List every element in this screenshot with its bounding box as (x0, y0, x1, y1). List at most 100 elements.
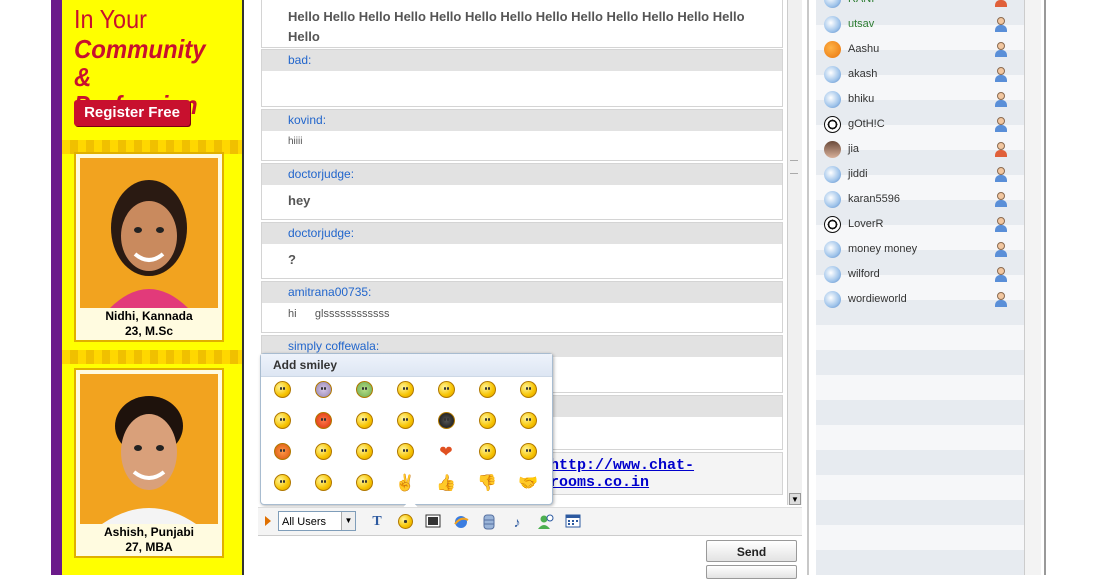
smiley-option-icon[interactable]: 👍 (436, 474, 456, 494)
advertisement[interactable]: In Your Community & Profession Register … (62, 0, 242, 575)
smiley-option-icon[interactable] (477, 381, 497, 401)
pumpkin-avatar-icon (824, 41, 841, 58)
user-name: gOtH!C (848, 118, 885, 130)
user-list-item[interactable]: jia (816, 137, 1024, 162)
message-text: hey (288, 193, 311, 208)
smiley-option-icon[interactable] (395, 412, 415, 432)
user-name: jia (848, 143, 860, 155)
message-text: hi glssssssssssss (288, 308, 390, 320)
message-item: doctorjudge: hey (261, 163, 783, 220)
ad-border (51, 0, 62, 575)
message-item: kovind: hiiii (261, 109, 783, 161)
smiley-option-icon[interactable] (518, 443, 538, 463)
smiley-option-icon[interactable] (395, 443, 415, 463)
ad-divider (62, 350, 242, 364)
smiley-option-icon[interactable]: ❤ (436, 443, 456, 463)
smiley-option-icon[interactable]: 🤝 (518, 474, 538, 494)
message-sender[interactable]: kovind: (262, 110, 782, 131)
user-list-item[interactable]: money money (816, 237, 1024, 262)
message-item: bad: (261, 49, 783, 107)
profile-photo (80, 158, 218, 308)
profile-card[interactable]: Ashish, Punjabi 27, MBA (74, 368, 224, 558)
message-sender[interactable]: doctorjudge: (262, 223, 782, 244)
expand-arrow-icon[interactable] (265, 516, 271, 526)
user-list-item[interactable]: utsav (816, 12, 1024, 37)
user-list-item[interactable]: wordieworld (816, 287, 1024, 312)
user-list-item[interactable]: akash (816, 62, 1024, 87)
user-list-item[interactable]: Aashu (816, 37, 1024, 62)
smiley-option-icon[interactable] (518, 412, 538, 432)
recipient-select[interactable]: All Users ▼ (278, 511, 356, 531)
message-sender[interactable]: doctorjudge: (262, 164, 782, 185)
user-list-item[interactable]: bhiku (816, 87, 1024, 112)
smiley-option-icon[interactable] (354, 412, 374, 432)
register-free-button[interactable]: Register Free (74, 100, 190, 126)
ad-headline: In Your (74, 4, 147, 34)
message-item: doctorjudge: ? (261, 222, 783, 279)
user-name: bhiku (848, 93, 875, 105)
smiley-option-icon[interactable] (395, 381, 415, 401)
profile-card[interactable]: Nidhi, Kannada 23, M.Sc (74, 152, 224, 342)
user-list-item[interactable]: wilford (816, 262, 1024, 287)
image-icon[interactable] (425, 514, 441, 530)
smiley-option-icon[interactable] (354, 474, 374, 494)
smiley-option-icon[interactable] (313, 381, 333, 401)
smiley-option-icon[interactable] (272, 381, 292, 401)
profile-detail: 23, M.Sc (124, 324, 174, 338)
smiley-option-icon[interactable] (272, 443, 292, 463)
user-list-item[interactable]: gOtH!C (816, 112, 1024, 137)
male-user-icon (994, 242, 1008, 257)
user-list-item[interactable]: jiddi (816, 162, 1024, 187)
football-avatar-icon (824, 116, 841, 133)
smiley-option-icon[interactable] (436, 412, 456, 432)
user-name: jiddi (848, 168, 868, 180)
panel-divider (807, 0, 809, 575)
user-list-item[interactable]: karan5596 (816, 187, 1024, 212)
chevron-down-icon[interactable]: ▼ (341, 512, 355, 530)
chat-bubble-avatar-icon (824, 166, 841, 183)
smiley-option-icon[interactable] (354, 381, 374, 401)
scroll-down-arrow-icon[interactable]: ▼ (789, 493, 801, 505)
chat-scrollbar[interactable]: ▼ (787, 0, 802, 505)
smiley-option-icon[interactable] (477, 412, 497, 432)
smiley-option-icon[interactable] (272, 412, 292, 432)
smiley-button-icon[interactable] (397, 514, 413, 530)
profile-detail: 27, MBA (125, 540, 173, 554)
male-user-icon (994, 17, 1008, 32)
window-edge (1044, 0, 1046, 575)
smiley-option-icon[interactable] (354, 443, 374, 463)
female-user-icon (994, 0, 1008, 7)
message-sender[interactable]: bad: (262, 50, 782, 71)
smiley-option-icon[interactable] (313, 443, 333, 463)
profile-name: Ashish, Punjabi (103, 525, 194, 539)
male-user-icon (994, 42, 1008, 57)
chat-bubble-avatar-icon (824, 66, 841, 83)
smiley-option-icon[interactable] (518, 381, 538, 401)
text-format-icon[interactable]: T (369, 514, 385, 530)
user-list-item[interactable]: RANI (816, 0, 1024, 12)
male-user-icon (994, 167, 1008, 182)
secondary-button[interactable] (706, 565, 797, 579)
database-icon[interactable] (481, 514, 497, 530)
music-icon[interactable]: ♪ (509, 514, 525, 530)
user-list-scrollbar[interactable] (1024, 0, 1041, 575)
female-user-icon (994, 142, 1008, 157)
smiley-option-icon[interactable] (477, 443, 497, 463)
user-name: wordieworld (848, 293, 907, 305)
smiley-option-icon[interactable]: 👎 (477, 474, 497, 494)
smiley-option-icon[interactable] (313, 412, 333, 432)
smiley-option-icon[interactable] (272, 474, 292, 494)
user-list-item[interactable]: LoverR (816, 212, 1024, 237)
chat-bubble-avatar-icon (824, 291, 841, 308)
calendar-icon[interactable] (565, 514, 581, 530)
splitter-grip-icon[interactable] (790, 160, 798, 174)
browser-icon[interactable] (453, 514, 469, 530)
send-button[interactable]: Send (706, 540, 797, 562)
chat-rooms-link[interactable]: http://www.chat-rooms.co.in (550, 457, 782, 491)
invite-user-icon[interactable] (537, 514, 554, 530)
message-sender[interactable]: amitrana00735: (262, 282, 782, 303)
smiley-option-icon[interactable] (313, 474, 333, 494)
smiley-option-icon[interactable] (436, 381, 456, 401)
smiley-option-icon[interactable]: ✌ (395, 474, 415, 494)
user-photo-avatar (824, 141, 841, 158)
